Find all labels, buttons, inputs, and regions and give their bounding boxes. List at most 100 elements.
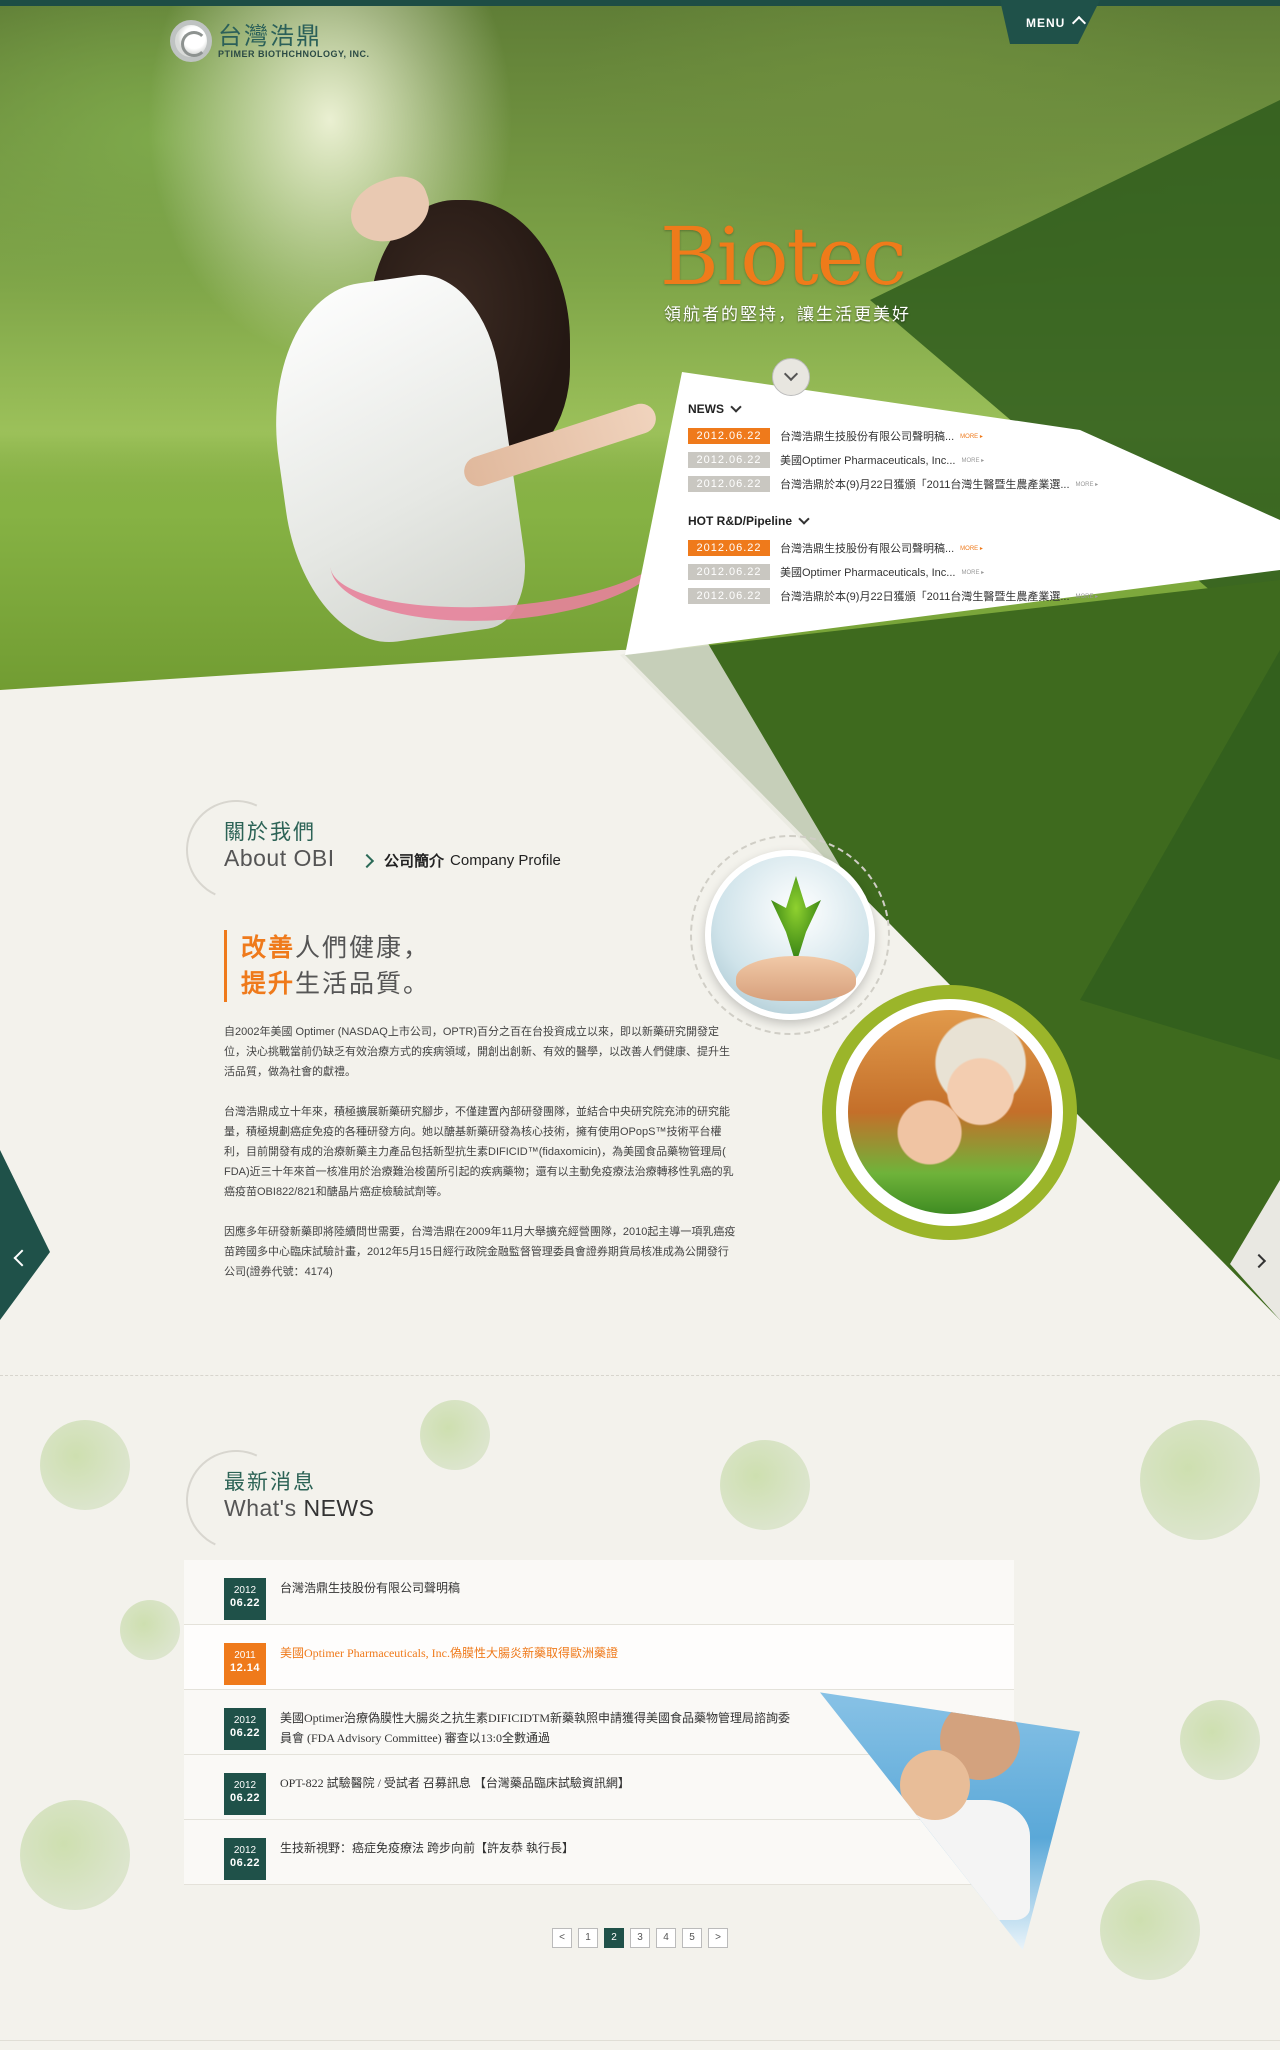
slogan-text-1: 人們健康， <box>295 934 431 962</box>
rd-panel-row[interactable]: 2012.06.22 台灣浩鼎生技股份有限公司聲明稿... MORE ▸ <box>688 536 1148 560</box>
more-link[interactable]: MORE ▸ <box>961 569 984 576</box>
pager-page-1[interactable]: 1 <box>578 1928 598 1948</box>
about-paragraph: 因應多年研發新藥即將陸續問世需要，台灣浩鼎在2009年11月大舉擴充經營團隊，2… <box>224 1226 736 1278</box>
news-panel-row[interactable]: 2012.06.22 台灣浩鼎於本(9)月22日獲頒「2011台灣生醫暨生農產業… <box>688 472 1148 496</box>
date-badge: 2012 06.22 <box>224 1773 266 1815</box>
breadcrumb-en: Company Profile <box>450 852 561 869</box>
molecule-decoration <box>20 1800 130 1910</box>
slogan-highlight-1: 改善 <box>241 934 296 962</box>
rd-heading-label: HOT R&D/Pipeline <box>688 514 793 528</box>
slide-prev-button[interactable] <box>0 1150 50 1320</box>
rd-panel-row[interactable]: 2012.06.22 台灣浩鼎於本(9)月22日獲頒「2011台灣生醫暨生農產業… <box>688 584 1148 608</box>
rd-date: 2012.06.22 <box>688 564 770 580</box>
breadcrumb[interactable]: 公司簡介 Company Profile <box>359 850 561 871</box>
molecule-decoration <box>1140 1420 1260 1540</box>
chevron-down-icon <box>798 513 810 525</box>
about-paragraph: 自2002年美國 Optimer (NASDAQ上市公司，OPTR)百分之百在台… <box>224 1026 730 1078</box>
pager-page-2[interactable]: 2 <box>604 1928 624 1948</box>
molecule-decoration <box>720 1440 810 1530</box>
more-link[interactable]: MORE ▸ <box>1076 481 1099 488</box>
about-paragraph: 台灣浩鼎成立十年來，積極擴展新藥研究腳步，不僅建置內部研發團隊，並結合中央研究院… <box>224 1106 734 1198</box>
logo-mark-icon <box>170 20 212 62</box>
date-badge: 2011 12.14 <box>224 1643 266 1685</box>
date-badge: 2012 06.22 <box>224 1708 266 1750</box>
slogan-highlight-2: 提升 <box>241 970 296 998</box>
news-title-cn: 最新消息 <box>224 1471 316 1494</box>
badge-year: 2012 <box>233 1845 257 1856</box>
news-text[interactable]: 台灣浩鼎生技股份有限公司聲明稿... <box>780 428 954 444</box>
chevron-left-icon <box>13 1249 31 1267</box>
pager-prev-button[interactable]: < <box>552 1928 572 1948</box>
news-text[interactable]: 台灣浩鼎於本(9)月22日獲頒「2011台灣生醫暨生農產業選... <box>780 476 1070 492</box>
breadcrumb-cn: 公司簡介 <box>384 853 445 870</box>
slide-next-button[interactable] <box>1230 1180 1280 1320</box>
about-slogan: 改善人們健康， 提升生活品質。 <box>224 930 430 1002</box>
news-text[interactable]: 美國Optimer Pharmaceuticals, Inc... <box>780 452 955 468</box>
badge-year: 2012 <box>233 1585 257 1596</box>
news-heading[interactable]: NEWS <box>688 400 1148 418</box>
pager-page-5[interactable]: 5 <box>682 1928 702 1948</box>
badge-year: 2011 <box>234 1650 256 1661</box>
page: MENU 台灣浩鼎 PTIMER BIOTHCHNOLOGY, INC. Bio… <box>0 0 1280 2050</box>
news-title-en-a: What's <box>224 1495 297 1521</box>
chevron-down-icon <box>730 401 742 413</box>
hero-title: Biotec <box>660 210 907 303</box>
logo-text-cn: 台灣浩鼎 <box>218 22 322 50</box>
news-heading-label: NEWS <box>688 402 724 416</box>
news-headline[interactable]: 美國Optimer Pharmaceuticals, Inc.偽膜性大腸炎新藥取… <box>280 1643 800 1689</box>
badge-day: 06.22 <box>229 1597 261 1609</box>
news-date: 2012.06.22 <box>688 428 770 444</box>
news-headline[interactable]: 生技新視野：癌症免疫療法 跨步向前【許友恭 執行長】 <box>280 1838 800 1884</box>
news-panel-row[interactable]: 2012.06.22 台灣浩鼎生技股份有限公司聲明稿... MORE ▸ <box>688 424 1148 448</box>
date-badge: 2012 06.22 <box>224 1578 266 1620</box>
molecule-decoration <box>1180 1700 1260 1780</box>
badge-year: 2012 <box>233 1715 257 1726</box>
slogan-text-2: 生活品質。 <box>295 970 431 998</box>
more-link[interactable]: MORE ▸ <box>1076 593 1099 600</box>
chevron-down-icon <box>783 366 799 382</box>
list-item[interactable]: 2011 12.14 美國Optimer Pharmaceuticals, Inc… <box>184 1625 1014 1690</box>
more-link[interactable]: MORE ▸ <box>961 457 984 464</box>
rd-text[interactable]: 台灣浩鼎於本(9)月22日獲頒「2011台灣生醫暨生農產業選... <box>780 588 1070 604</box>
news-headline[interactable]: 台灣浩鼎生技股份有限公司聲明稿 <box>280 1578 800 1624</box>
about-title-en: About OBI <box>224 845 335 871</box>
more-link[interactable]: MORE ▸ <box>960 545 983 552</box>
rd-panel-row[interactable]: 2012.06.22 美國Optimer Pharmaceuticals, In… <box>688 560 1148 584</box>
menu-label[interactable]: MENU <box>1026 16 1065 30</box>
news-title-en: What's NEWS <box>224 1495 374 1522</box>
pager-page-4[interactable]: 4 <box>656 1928 676 1948</box>
news-panel-row[interactable]: 2012.06.22 美國Optimer Pharmaceuticals, In… <box>688 448 1148 472</box>
news-headline[interactable]: OPT-822 試驗醫院 / 受試者 召募訊息 【台灣藥品臨床試驗資訊網】 <box>280 1773 800 1819</box>
badge-day: 06.22 <box>229 1857 261 1869</box>
logo-text-en: PTIMER BIOTHCHNOLOGY, INC. <box>218 49 370 59</box>
rd-date: 2012.06.22 <box>688 588 770 604</box>
section-divider <box>0 1375 1280 1376</box>
news-title-en-b: NEWS <box>303 1495 375 1521</box>
pager-page-3[interactable]: 3 <box>630 1928 650 1948</box>
about-body: 自2002年美國 Optimer (NASDAQ上市公司，OPTR)百分之百在台… <box>224 1022 736 1302</box>
list-item[interactable]: 2012 06.22 生技新視野：癌症免疫療法 跨步向前【許友恭 執行長】 <box>184 1820 1014 1885</box>
logo[interactable]: 台灣浩鼎 PTIMER BIOTHCHNOLOGY, INC. <box>170 20 370 62</box>
news-date: 2012.06.22 <box>688 452 770 468</box>
scroll-down-button[interactable] <box>772 358 810 396</box>
molecule-decoration <box>1100 1880 1200 1980</box>
rd-text[interactable]: 美國Optimer Pharmaceuticals, Inc... <box>780 564 955 580</box>
news-headline[interactable]: 美國Optimer治療偽膜性大腸炎之抗生素DIFICIDTM新藥執照申請獲得美國… <box>280 1708 800 1754</box>
badge-day: 06.22 <box>229 1727 261 1739</box>
news-date: 2012.06.22 <box>688 476 770 492</box>
rd-date: 2012.06.22 <box>688 540 770 556</box>
about-title-cn: 關於我們 <box>224 821 316 844</box>
pager-next-button[interactable]: > <box>708 1928 728 1948</box>
rd-heading[interactable]: HOT R&D/Pipeline <box>688 512 1148 530</box>
badge-day: 06.22 <box>229 1792 261 1804</box>
couple-image <box>848 1010 1052 1214</box>
list-item[interactable]: 2012 06.22 台灣浩鼎生技股份有限公司聲明稿 <box>184 1560 1014 1625</box>
pagination: < 1 2 3 4 5 > <box>552 1928 728 1948</box>
rd-text[interactable]: 台灣浩鼎生技股份有限公司聲明稿... <box>780 540 954 556</box>
sprout-in-hands-image <box>705 850 875 1020</box>
hero-tagline: 領航者的堅持，讓生活更美好 <box>664 305 911 324</box>
more-link[interactable]: MORE ▸ <box>960 433 983 440</box>
footer-line <box>0 2040 1280 2041</box>
badge-year: 2012 <box>233 1780 257 1791</box>
badge-day: 12.14 <box>229 1662 261 1674</box>
